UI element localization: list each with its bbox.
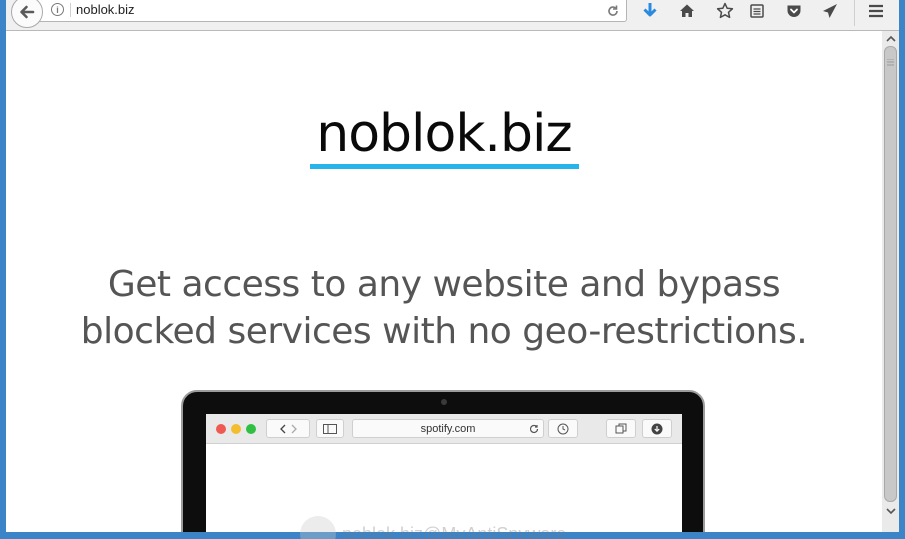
scroll-thumb[interactable] (884, 46, 897, 502)
title-underline (310, 164, 579, 169)
home-icon[interactable] (676, 0, 698, 22)
url-bar[interactable]: i noblok.biz (36, 0, 627, 22)
zoom-dot (246, 424, 256, 434)
toolbar-separator (854, 0, 855, 26)
grip-icon (887, 59, 894, 66)
info-icon[interactable]: i (51, 3, 64, 16)
camera-dot (441, 399, 447, 405)
tagline: Get access to any website and bypass blo… (80, 264, 808, 352)
url-separator (70, 3, 71, 17)
watermark-logo-icon (300, 516, 336, 539)
reload-icon[interactable] (604, 2, 622, 20)
scroll-down-icon[interactable] (882, 504, 899, 519)
back-arrow-icon (20, 5, 35, 19)
watermark-text: noblok.biz@MyAntiSpyware (342, 523, 567, 539)
mockup-browser-bar: spotify.com (206, 414, 682, 444)
sidebar-icon (316, 419, 344, 438)
chevron-left-icon (280, 424, 297, 433)
watermark: noblok.biz@MyAntiSpyware (300, 516, 566, 539)
hamburger-menu-icon[interactable] (865, 0, 887, 22)
mockup-download-icon (642, 419, 672, 438)
laptop-mockup: spotify.com (181, 390, 705, 532)
mockup-url-bar: spotify.com (352, 419, 544, 438)
mockup-url-text: spotify.com (420, 422, 476, 435)
mockup-reload-icon (528, 422, 540, 440)
browser-window: i noblok.biz noblok.biz Get access to an… (6, 0, 899, 532)
scroll-up-icon[interactable] (882, 31, 899, 46)
send-icon[interactable] (819, 0, 841, 22)
laptop-screen: spotify.com (206, 414, 682, 532)
download-icon[interactable] (639, 0, 661, 22)
page-content: noblok.biz Get access to any website and… (6, 31, 882, 532)
history-icon (548, 419, 578, 438)
star-icon[interactable] (714, 0, 736, 22)
url-text[interactable]: noblok.biz (76, 2, 135, 17)
site-title[interactable]: noblok.biz (6, 104, 882, 164)
back-button[interactable] (11, 0, 43, 28)
reading-list-icon[interactable] (746, 0, 768, 22)
pocket-icon[interactable] (783, 0, 805, 22)
minimize-dot (231, 424, 241, 434)
tabs-icon (606, 419, 636, 438)
browser-toolbar: i noblok.biz (6, 0, 899, 31)
vertical-scrollbar[interactable] (882, 31, 899, 532)
close-dot (216, 424, 226, 434)
mockup-nav-buttons (266, 419, 310, 438)
